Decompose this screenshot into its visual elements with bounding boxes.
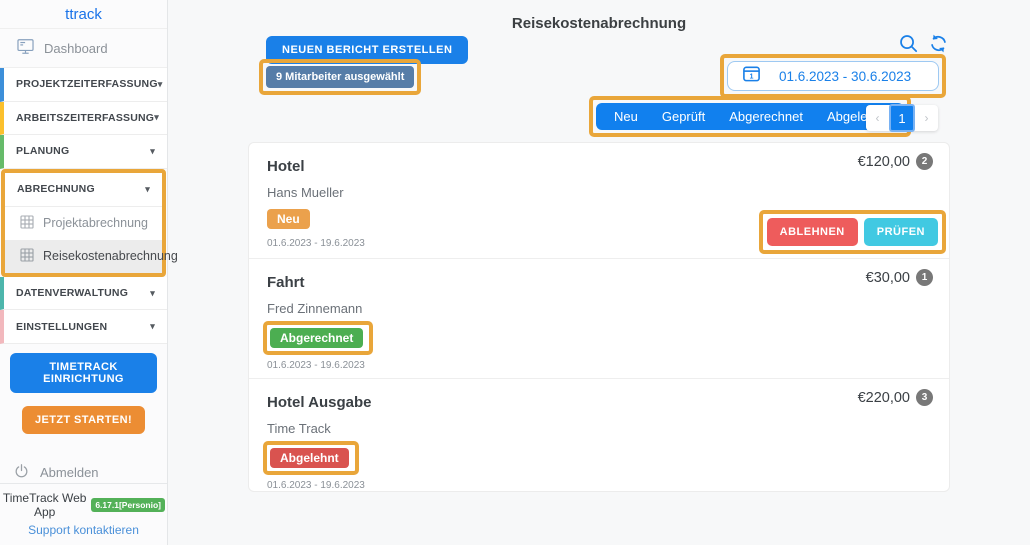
pagination-next-button[interactable]: › — [915, 105, 938, 131]
sidebar-item-planung[interactable]: PLANUNG — [0, 135, 167, 169]
report-row-fahrt[interactable]: Fahrt Fred Zinnemann Abgerechnet 01.6.20… — [249, 259, 949, 379]
sidebar-section-label: EINSTELLUNGEN — [16, 321, 107, 333]
filters-highlight-annotation: Neu Geprüft Abgerechnet Abgelehnt — [589, 96, 911, 137]
daterange-highlight-annotation: 1 01.6.2023 - 30.6.2023 — [720, 54, 946, 98]
report-employee: Hans Mueller — [267, 185, 933, 200]
pagination-prev-button[interactable]: ‹ — [866, 105, 889, 131]
report-amount: €220,00 — [858, 390, 910, 406]
logout-label: Abmelden — [40, 465, 99, 480]
item-count-badge: 2 — [916, 153, 933, 170]
reject-button[interactable]: ABLEHNEN — [767, 218, 858, 246]
report-employee: Time Track — [267, 421, 933, 436]
contact-support-link[interactable]: Support kontaktieren — [2, 523, 165, 537]
filter-tab-geprueft[interactable]: Geprüft — [650, 109, 717, 124]
chevron-down-icon — [154, 112, 159, 123]
report-date-range: 01.6.2023 - 19.6.2023 — [267, 360, 933, 371]
report-row-hotel[interactable]: Hotel Hans Mueller Neu 01.6.2023 - 19.6.… — [249, 143, 949, 259]
svg-text:1: 1 — [750, 72, 754, 80]
grid-icon — [19, 247, 35, 266]
report-employee: Fred Zinnemann — [267, 301, 933, 316]
sidebar-section-label: ABRECHNUNG — [17, 183, 95, 195]
sidebar: ttrack Dashboard PROJEKTZEITERFASSUNG AR… — [0, 0, 168, 545]
sidebar-item-projektabrechnung[interactable]: Projektabrechnung — [5, 207, 162, 240]
app-name: TimeTrack Web App — [2, 491, 87, 519]
sidebar-item-label: Dashboard — [44, 41, 108, 56]
report-title: Hotel Ausgabe — [267, 394, 933, 411]
sidebar-footer: TimeTrack Web App 6.17.1[Personio] Suppo… — [0, 483, 167, 545]
report-row-hotel-ausgabe[interactable]: Hotel Ausgabe Time Track Abgelehnt 01.6.… — [249, 379, 949, 491]
sidebar-section-label: ARBEITSZEITERFASSUNG — [16, 112, 154, 124]
version-badge: 6.17.1[Personio] — [91, 498, 165, 512]
sidebar-item-dashboard[interactable]: Dashboard — [0, 29, 167, 68]
page-title: Reisekostenabrechnung — [168, 15, 1030, 32]
actions-highlight-annotation: ABLEHNEN PRÜFEN — [759, 210, 946, 254]
pagination: ‹ 1 › — [866, 105, 938, 131]
sidebar-item-abrechnung[interactable]: ABRECHNUNG — [5, 173, 162, 207]
status-badge-abgelehnt: Abgelehnt — [270, 448, 349, 468]
abrechnung-highlight-annotation: ABRECHNUNG Projektabrechnung — [1, 169, 166, 277]
timetrack-setup-button[interactable]: TIMETRACK EINRICHTUNG — [10, 353, 157, 393]
calendar-icon: 1 — [742, 64, 761, 88]
badge-highlight-annotation: Abgelehnt — [263, 441, 359, 475]
report-title: Fahrt — [267, 274, 933, 291]
status-filter-bar: Neu Geprüft Abgerechnet Abgelehnt — [596, 103, 904, 130]
sidebar-item-reisekostenabrechnung[interactable]: Reisekostenabrechnung — [5, 240, 162, 273]
date-range-picker[interactable]: 1 01.6.2023 - 30.6.2023 — [727, 61, 939, 91]
main-content: Reisekostenabrechnung NEUEN BERICHT ERST… — [168, 0, 1030, 545]
status-badge-neu: Neu — [267, 209, 310, 229]
sidebar-section-label: PLANUNG — [16, 145, 69, 157]
status-badge-abgerechnet: Abgerechnet — [270, 328, 363, 348]
badge-highlight-annotation: Abgerechnet — [263, 321, 373, 355]
report-amount: €30,00 — [866, 270, 910, 286]
sidebar-item-label: Projektabrechnung — [43, 216, 148, 230]
sidebar-item-einstellungen[interactable]: EINSTELLUNGEN — [0, 310, 167, 344]
sidebar-section-label: DATENVERWALTUNG — [16, 287, 128, 299]
start-now-button[interactable]: JETZT STARTEN! — [22, 406, 145, 434]
logout-button[interactable]: Abmelden — [13, 463, 167, 483]
expense-report-list: Hotel Hans Mueller Neu 01.6.2023 - 19.6.… — [248, 142, 950, 492]
chevron-down-icon — [145, 184, 150, 195]
report-date-range: 01.6.2023 - 19.6.2023 — [267, 480, 933, 491]
chevron-down-icon — [150, 321, 155, 332]
item-count-badge: 3 — [916, 389, 933, 406]
pagination-page-1[interactable]: 1 — [889, 104, 915, 132]
report-amount: €120,00 — [858, 154, 910, 170]
sidebar-item-label: Reisekostenabrechnung — [43, 249, 178, 263]
check-button[interactable]: PRÜFEN — [864, 218, 938, 246]
date-range-value: 01.6.2023 - 30.6.2023 — [779, 69, 911, 84]
report-title: Hotel — [267, 158, 933, 175]
grid-icon — [19, 214, 35, 233]
app-window: ttrack Dashboard PROJEKTZEITERFASSUNG AR… — [0, 0, 1030, 545]
chevron-down-icon — [150, 288, 155, 299]
dashboard-monitor-icon — [16, 37, 35, 59]
app-logo[interactable]: ttrack — [0, 0, 167, 29]
chevron-down-icon — [158, 79, 163, 90]
filter-tab-abgerechnet[interactable]: Abgerechnet — [717, 109, 815, 124]
sidebar-item-projektzeiterfassung[interactable]: PROJEKTZEITERFASSUNG — [0, 68, 167, 102]
chevron-down-icon — [150, 146, 155, 157]
sidebar-section-label: PROJEKTZEITERFASSUNG — [16, 78, 158, 90]
sidebar-item-datenverwaltung[interactable]: DATENVERWALTUNG — [0, 277, 167, 311]
employees-selected-button[interactable]: 9 Mitarbeiter ausgewählt — [266, 66, 414, 88]
filter-tab-neu[interactable]: Neu — [602, 109, 650, 124]
item-count-badge: 1 — [916, 269, 933, 286]
employees-highlight-annotation: 9 Mitarbeiter ausgewählt — [259, 59, 421, 95]
sidebar-item-arbeitszeiterfassung[interactable]: ARBEITSZEITERFASSUNG — [0, 102, 167, 136]
power-icon — [13, 463, 30, 483]
